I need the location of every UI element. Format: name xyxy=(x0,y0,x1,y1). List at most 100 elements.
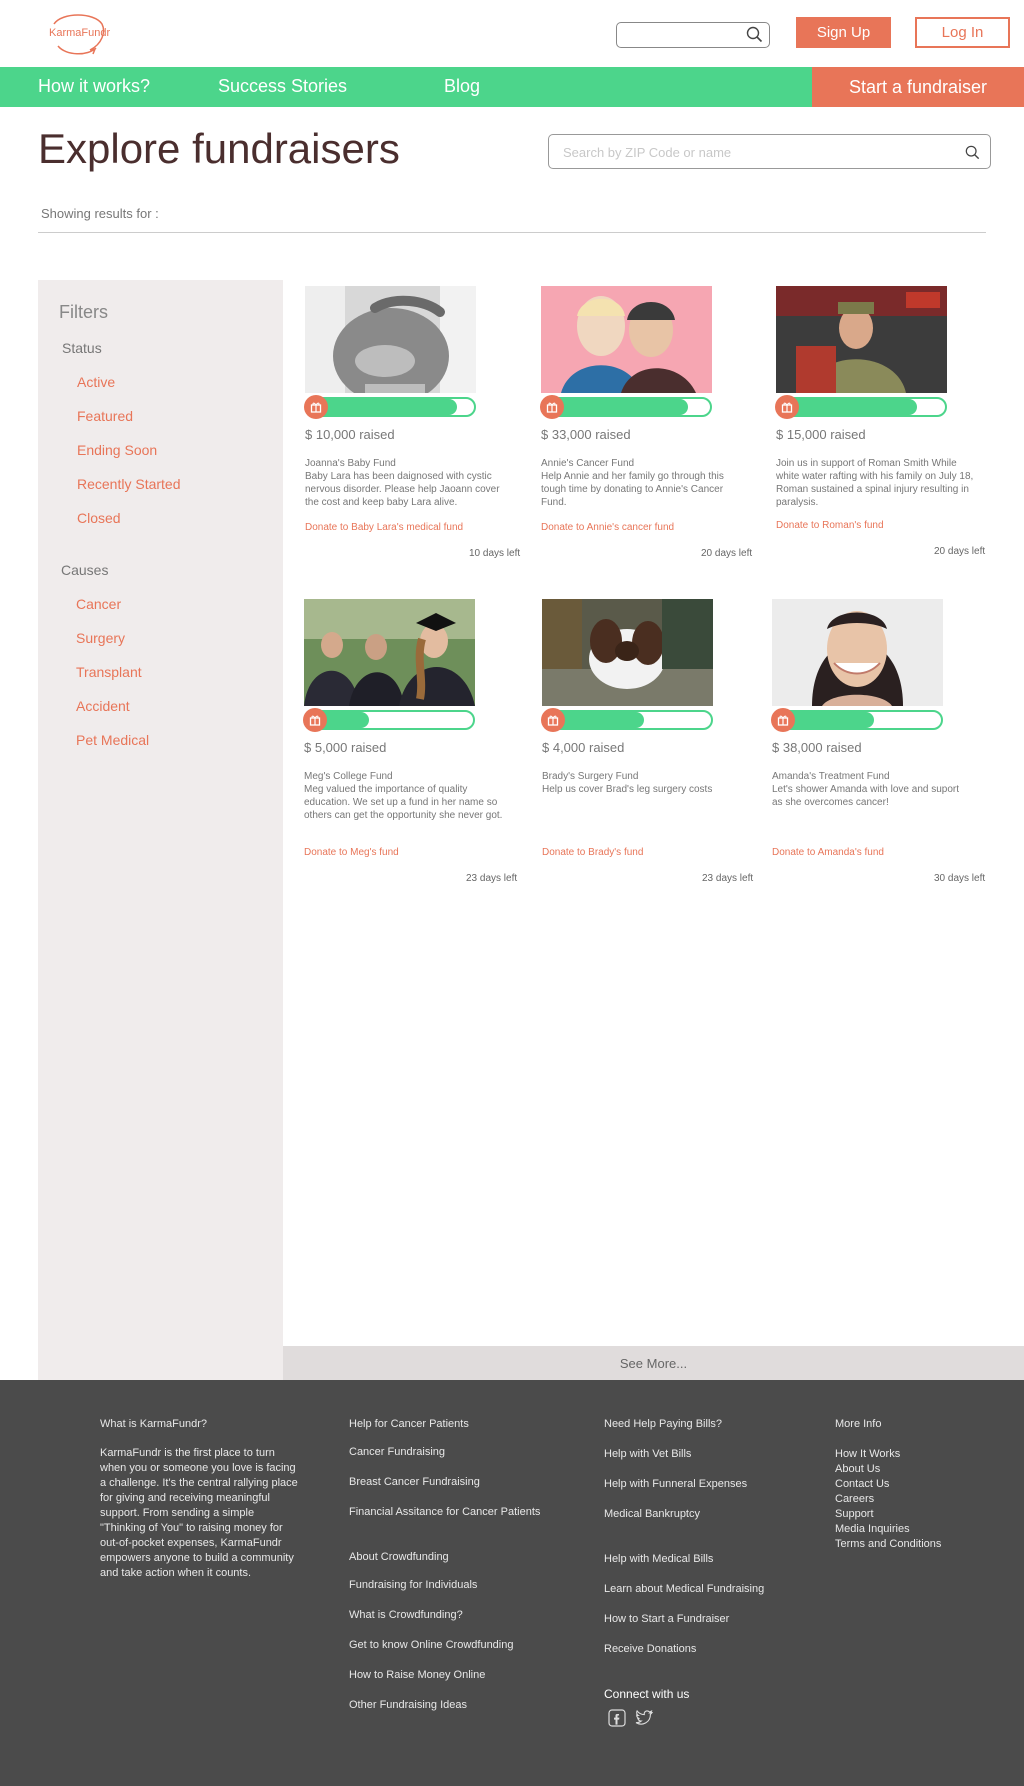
days-left: 23 days left xyxy=(466,873,518,884)
progress-bar xyxy=(540,395,712,419)
footer-link[interactable]: Receive Donations xyxy=(604,1643,696,1655)
days-left: 10 days left xyxy=(469,548,521,559)
donate-link[interactable]: Donate to Roman's fund xyxy=(776,520,884,531)
zip-search-box[interactable] xyxy=(548,134,991,169)
amount-raised: $ 5,000 raised xyxy=(304,740,387,755)
nav-how-it-works[interactable]: How it works? xyxy=(38,76,150,97)
days-left: 30 days left xyxy=(934,873,986,884)
footer-link[interactable]: Help with Funneral Expenses xyxy=(604,1478,747,1490)
facebook-icon[interactable] xyxy=(608,1709,626,1727)
nav-success-stories[interactable]: Success Stories xyxy=(218,76,347,97)
footer-link[interactable]: Fundraising for Individuals xyxy=(349,1579,477,1591)
footer-link[interactable]: Media Inquiries xyxy=(835,1523,910,1535)
footer-link[interactable]: Breast Cancer Fundraising xyxy=(349,1476,480,1488)
header-search-input[interactable] xyxy=(616,22,770,48)
footer-link[interactable]: Help with Medical Bills xyxy=(604,1553,713,1565)
footer-link[interactable]: Cancer Fundraising xyxy=(349,1446,445,1458)
fund-name: Annie's Cancer Fund xyxy=(541,458,635,469)
sign-up-button[interactable]: Sign Up xyxy=(796,17,891,48)
progress-fill xyxy=(307,399,458,415)
footer-link[interactable]: Get to know Online Crowdfunding xyxy=(349,1639,513,1651)
filter-closed[interactable]: Closed xyxy=(77,510,121,526)
nav-blog[interactable]: Blog xyxy=(444,76,480,97)
filter-pet-medical[interactable]: Pet Medical xyxy=(76,732,149,748)
footer-link[interactable]: How It Works xyxy=(835,1448,900,1460)
main-nav: How it works? Success Stories Blog Start… xyxy=(0,67,1024,107)
graduates-photo[interactable] xyxy=(304,599,475,706)
gift-icon xyxy=(303,708,327,732)
logo-text: KarmaFundr xyxy=(49,27,111,39)
footer-link[interactable]: Medical Bankruptcy xyxy=(604,1508,700,1520)
dog-photo[interactable] xyxy=(542,599,713,706)
progress-bar xyxy=(304,395,476,419)
footer-link[interactable]: Financial Assitance for Cancer Patients xyxy=(349,1506,540,1518)
causes-group-title: Causes xyxy=(61,562,109,578)
two-women-photo[interactable] xyxy=(541,286,712,393)
filter-featured[interactable]: Featured xyxy=(77,408,133,424)
fund-description: Help us cover Brad's leg surgery costs xyxy=(542,784,713,795)
progress-bar xyxy=(775,395,947,419)
page-title: Explore fundraisers xyxy=(38,125,400,172)
progress-bar xyxy=(771,708,943,732)
donate-link[interactable]: Donate to Amanda's fund xyxy=(772,847,884,858)
gift-icon xyxy=(775,395,799,419)
filter-accident[interactable]: Accident xyxy=(76,698,130,714)
search-icon[interactable] xyxy=(965,145,980,165)
footer-link[interactable]: Help with Vet Bills xyxy=(604,1448,691,1460)
footer-link[interactable]: Need Help Paying Bills? xyxy=(604,1418,722,1430)
fund-name: Meg's College Fund xyxy=(304,771,393,782)
fund-description: Baby Lara has been daignosed with cystic… xyxy=(305,471,500,508)
amount-raised: $ 4,000 raised xyxy=(542,740,625,755)
donate-link[interactable]: Donate to Annie's cancer fund xyxy=(541,522,674,533)
fund-name: Joanna's Baby Fund xyxy=(305,458,396,469)
start-fundraiser-button[interactable]: Start a fundraiser xyxy=(812,67,1024,107)
fund-description: Help Annie and her family go through thi… xyxy=(541,471,724,508)
footer-link[interactable]: Help for Cancer Patients xyxy=(349,1418,469,1430)
showing-results-label: Showing results for : xyxy=(41,206,159,221)
footer-link[interactable]: Careers xyxy=(835,1493,874,1505)
footer-link[interactable]: About Crowdfunding xyxy=(349,1551,449,1563)
days-left: 20 days left xyxy=(934,546,986,557)
amount-raised: $ 15,000 raised xyxy=(776,427,866,442)
footer-link[interactable]: How to Start a Fundraiser xyxy=(604,1613,729,1625)
filter-active[interactable]: Active xyxy=(77,374,115,390)
soldier-photo[interactable] xyxy=(776,286,947,393)
footer-link[interactable]: Support xyxy=(835,1508,874,1520)
karmafundr-logo[interactable]: KarmaFundr xyxy=(44,10,112,58)
log-in-button[interactable]: Log In xyxy=(915,17,1010,48)
search-icon[interactable] xyxy=(746,26,763,48)
filter-ending-soon[interactable]: Ending Soon xyxy=(77,442,157,458)
connect-title: Connect with us xyxy=(604,1687,690,1701)
days-left: 23 days left xyxy=(702,873,754,884)
filter-recently-started[interactable]: Recently Started xyxy=(77,476,181,492)
footer-link[interactable]: Contact Us xyxy=(835,1478,889,1490)
footer-more-title: More Info xyxy=(835,1418,882,1430)
footer-link[interactable]: What is Crowdfunding? xyxy=(349,1609,463,1621)
footer-link[interactable]: How to Raise Money Online xyxy=(349,1669,485,1681)
woman-portrait-photo[interactable] xyxy=(772,599,943,706)
footer-link[interactable]: Other Fundraising Ideas xyxy=(349,1699,467,1711)
pregnancy-ultrasound-photo[interactable] xyxy=(305,286,476,393)
twitter-icon[interactable] xyxy=(634,1709,654,1727)
donate-link[interactable]: Donate to Brady's fund xyxy=(542,847,643,858)
footer-link[interactable]: Terms and Conditions xyxy=(835,1538,941,1550)
donate-link[interactable]: Donate to Baby Lara's medical fund xyxy=(305,522,463,533)
days-left: 20 days left xyxy=(701,548,753,559)
see-more-button[interactable]: See More... xyxy=(283,1346,1024,1380)
footer-link[interactable]: Learn about Medical Fundraising xyxy=(604,1583,764,1595)
filter-surgery[interactable]: Surgery xyxy=(76,630,125,646)
progress-fill xyxy=(543,399,689,415)
filters-title: Filters xyxy=(59,302,108,322)
fund-name: Amanda's Treatment Fund xyxy=(772,771,890,782)
filter-cancer[interactable]: Cancer xyxy=(76,596,121,612)
status-group-title: Status xyxy=(62,340,102,356)
zip-search-input[interactable] xyxy=(563,141,943,163)
footer-link[interactable]: About Us xyxy=(835,1463,880,1475)
filter-transplant[interactable]: Transplant xyxy=(76,664,142,680)
fund-name: Brady's Surgery Fund xyxy=(542,771,639,782)
progress-bar xyxy=(541,708,713,732)
donate-link[interactable]: Donate to Meg's fund xyxy=(304,847,399,858)
gift-icon xyxy=(540,395,564,419)
gift-icon xyxy=(304,395,328,419)
fund-description: Let's shower Amanda with love and suport… xyxy=(772,784,960,808)
